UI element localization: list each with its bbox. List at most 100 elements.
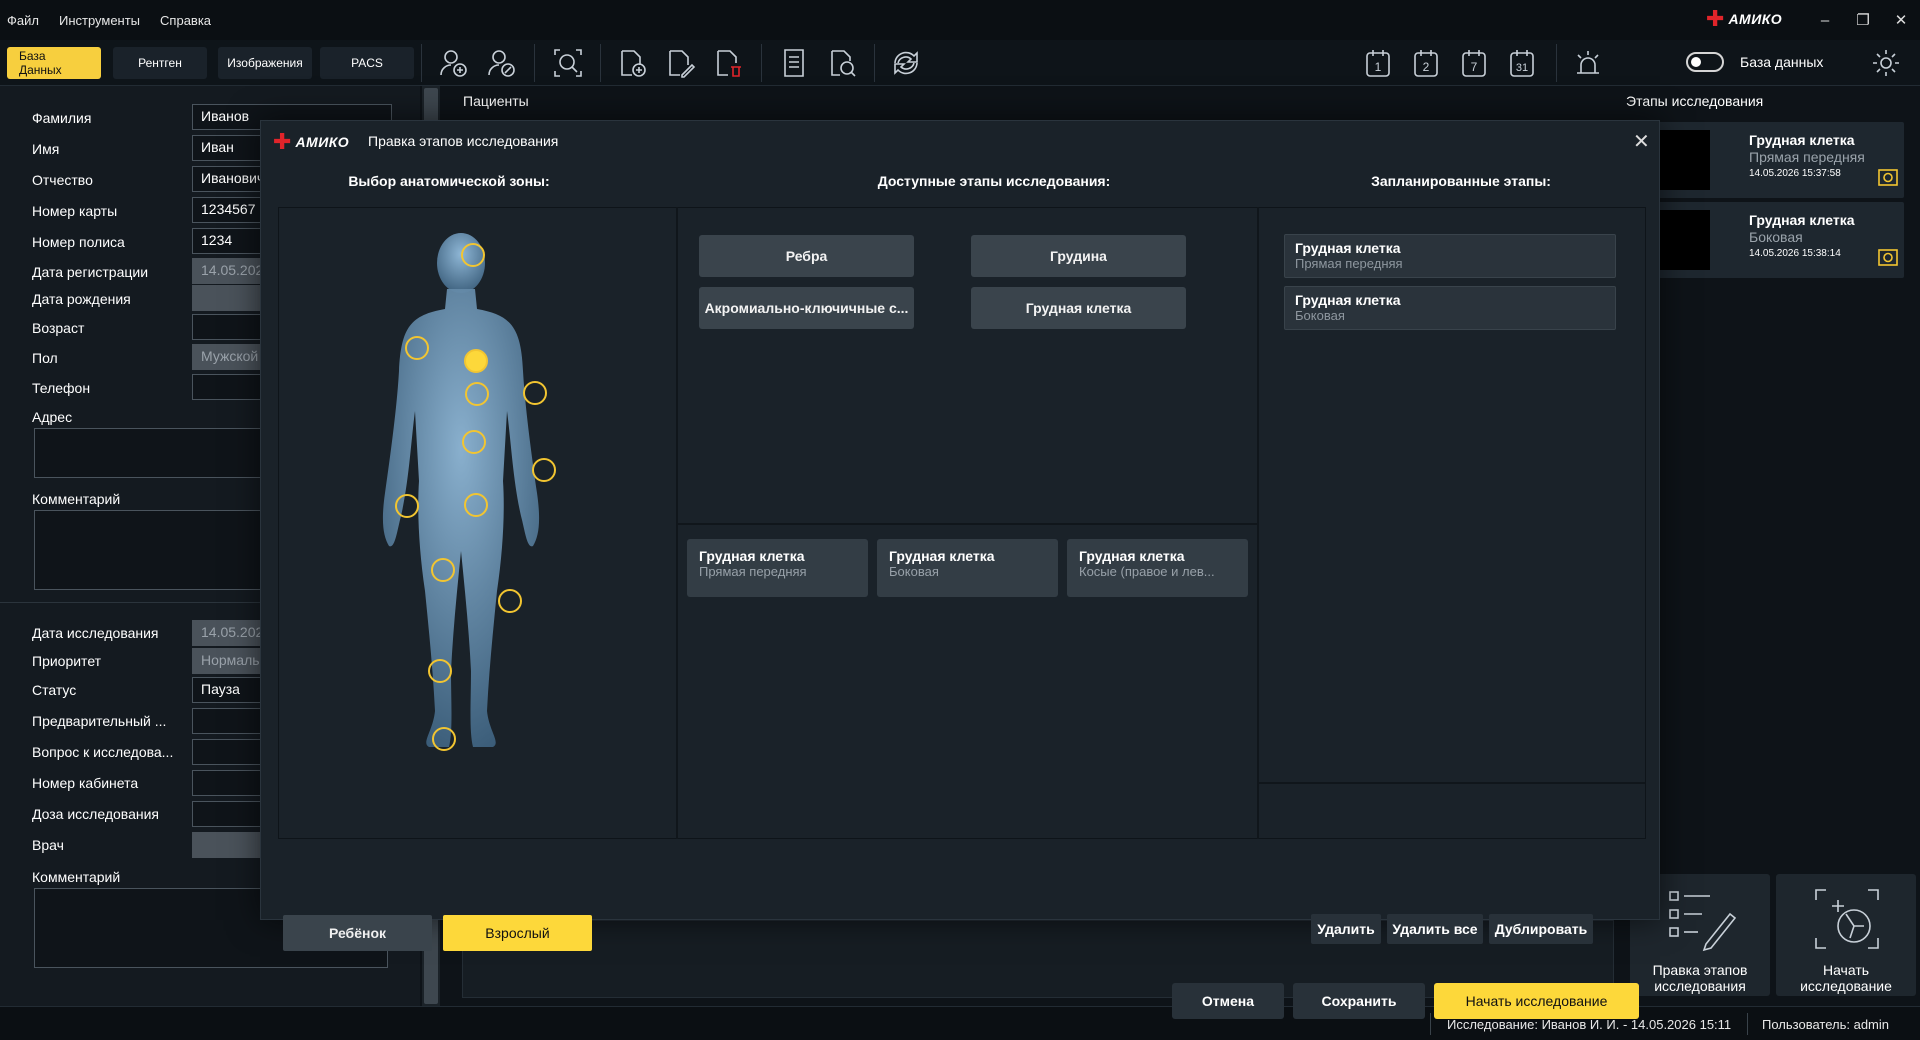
camera-icon[interactable]: [1876, 165, 1900, 189]
menu-file[interactable]: Файл: [0, 13, 49, 28]
tab-images[interactable]: Изображения: [218, 46, 312, 79]
cross-icon: ✚: [273, 129, 292, 154]
stage-button[interactable]: Грудина: [971, 235, 1186, 277]
projection-name: Грудная клетка: [1079, 548, 1185, 564]
start-study-big-button[interactable]: Начать исследование: [1776, 874, 1916, 996]
stage-card[interactable]: Грудная клетка Боковая 14.05.2026 15:38:…: [1636, 202, 1904, 278]
cancel-button[interactable]: Отмена: [1172, 983, 1284, 1019]
toggle-switch[interactable]: [1686, 52, 1724, 72]
field-label: Имя: [32, 141, 60, 157]
field-label: Пол: [32, 350, 58, 366]
anatomy-header: Выбор анатомической зоны:: [348, 173, 550, 189]
study-comment-label: Комментарий: [32, 869, 121, 885]
refresh-icon[interactable]: [888, 45, 924, 81]
add-patient-icon[interactable]: [436, 45, 472, 81]
divider: [678, 523, 1257, 525]
menu-help[interactable]: Справка: [150, 13, 221, 28]
planned-stage[interactable]: Грудная клетка Прямая передняя: [1284, 234, 1616, 278]
tab-database[interactable]: База Данных: [7, 46, 101, 79]
dialog-title: Правка этапов исследования: [368, 133, 559, 149]
delete-all-button[interactable]: Удалить все: [1387, 914, 1483, 944]
study-field-label: Вопрос к исследова...: [32, 744, 174, 760]
adult-button[interactable]: Взрослый: [443, 915, 592, 951]
anatomy-zone-marker[interactable]: [532, 458, 556, 482]
anatomy-zone-marker[interactable]: [523, 381, 547, 405]
tab-pacs[interactable]: PACS: [320, 46, 414, 79]
anatomy-zone-marker[interactable]: [428, 659, 452, 683]
radiation-scan-icon: [1815, 889, 1879, 949]
child-button[interactable]: Ребёнок: [283, 915, 432, 951]
anatomy-zone-marker[interactable]: [405, 336, 429, 360]
minimize-icon[interactable]: –: [1806, 12, 1844, 29]
anatomy-zone-marker[interactable]: [462, 430, 486, 454]
field-label: Номер полиса: [32, 234, 125, 250]
alarm-icon[interactable]: [1570, 45, 1606, 81]
study-field-label: Предварительный ...: [32, 713, 167, 729]
planned-stage[interactable]: Грудная клетка Боковая: [1284, 286, 1616, 330]
start-study-button[interactable]: Начать исследование: [1434, 983, 1639, 1019]
projection-card[interactable]: Грудная клетка Косые (правое и лев...: [1067, 539, 1248, 597]
stage-button[interactable]: Ребра: [699, 235, 914, 277]
toggle-label: База данных: [1740, 54, 1824, 70]
tab-xray[interactable]: Рентген: [113, 46, 207, 79]
field-label: Номер карты: [32, 203, 118, 219]
projection-type: Косые (правое и лев...: [1079, 564, 1215, 579]
comment-label: Комментарий: [32, 491, 121, 507]
anatomy-zone-marker[interactable]: [431, 558, 455, 582]
study-field-label: Доза исследования: [32, 806, 159, 822]
close-icon[interactable]: ✕: [1633, 129, 1650, 154]
edit-study-icon[interactable]: [662, 45, 698, 81]
search-study-icon[interactable]: [824, 45, 860, 81]
field-label: Отчество: [32, 172, 93, 188]
calendar-1-icon[interactable]: 1: [1360, 45, 1396, 81]
projection-card[interactable]: Грудная клетка Прямая передняя: [687, 539, 868, 597]
stages-title: Этапы исследования: [1626, 93, 1764, 109]
delete-button[interactable]: Удалить: [1311, 914, 1381, 944]
status-user: Пользователь: admin: [1762, 1017, 1889, 1032]
camera-icon[interactable]: [1876, 245, 1900, 269]
menu-tools[interactable]: Инструменты: [49, 13, 150, 28]
field-label: Возраст: [32, 320, 85, 336]
stage-time: 14.05.2026 15:37:58: [1749, 168, 1841, 179]
add-study-icon[interactable]: [614, 45, 650, 81]
projection-card[interactable]: Грудная клетка Боковая: [877, 539, 1058, 597]
toolbar-separator: [421, 44, 422, 82]
field-label: Дата рождения: [32, 291, 131, 307]
stage-button[interactable]: Акромиально-ключичные с...: [699, 287, 914, 329]
calendar-7-icon[interactable]: 7: [1456, 45, 1492, 81]
gear-icon[interactable]: [1868, 45, 1904, 81]
toolbar: База Данных Рентген Изображения PACS: [0, 40, 1920, 86]
divider: [1259, 782, 1645, 784]
address-label: Адрес: [32, 409, 73, 425]
search-patient-icon[interactable]: [550, 45, 586, 81]
close-icon[interactable]: ✕: [1882, 11, 1920, 29]
planned-header: Запланированные этапы:: [1371, 173, 1551, 189]
study-field-label: Статус: [32, 682, 77, 698]
anatomy-zone-marker[interactable]: [432, 727, 456, 751]
anatomy-zone-marker[interactable]: [498, 589, 522, 613]
body-figure: [382, 233, 540, 747]
edit-patient-icon[interactable]: [484, 45, 520, 81]
toolbar-separator: [534, 44, 535, 82]
stage-button[interactable]: Грудная клетка: [971, 287, 1186, 329]
database-toggle[interactable]: База данных: [1686, 52, 1823, 72]
svg-text:7: 7: [1471, 60, 1478, 74]
calendar-31-icon[interactable]: 31: [1504, 45, 1540, 81]
restore-icon[interactable]: ❐: [1844, 11, 1882, 29]
report-icon[interactable]: [776, 45, 812, 81]
planned-projection: Боковая: [1295, 308, 1345, 323]
svg-text:2: 2: [1423, 60, 1430, 74]
anatomy-zone-marker[interactable]: [461, 243, 485, 267]
anatomy-zone-marker[interactable]: [465, 382, 489, 406]
save-button[interactable]: Сохранить: [1293, 983, 1425, 1019]
window-controls: – ❐ ✕: [1806, 0, 1920, 40]
duplicate-button[interactable]: Дублировать: [1489, 914, 1593, 944]
stage-card[interactable]: Грудная клетка Прямая передняя 14.05.202…: [1636, 122, 1904, 198]
svg-text:31: 31: [1516, 62, 1528, 74]
anatomy-zone-marker[interactable]: [395, 494, 419, 518]
toolbar-separator: [1556, 44, 1557, 82]
delete-study-icon[interactable]: [710, 45, 746, 81]
anatomy-zone-marker[interactable]: [464, 349, 488, 373]
anatomy-zone-marker[interactable]: [464, 493, 488, 517]
calendar-2-icon[interactable]: 2: [1408, 45, 1444, 81]
